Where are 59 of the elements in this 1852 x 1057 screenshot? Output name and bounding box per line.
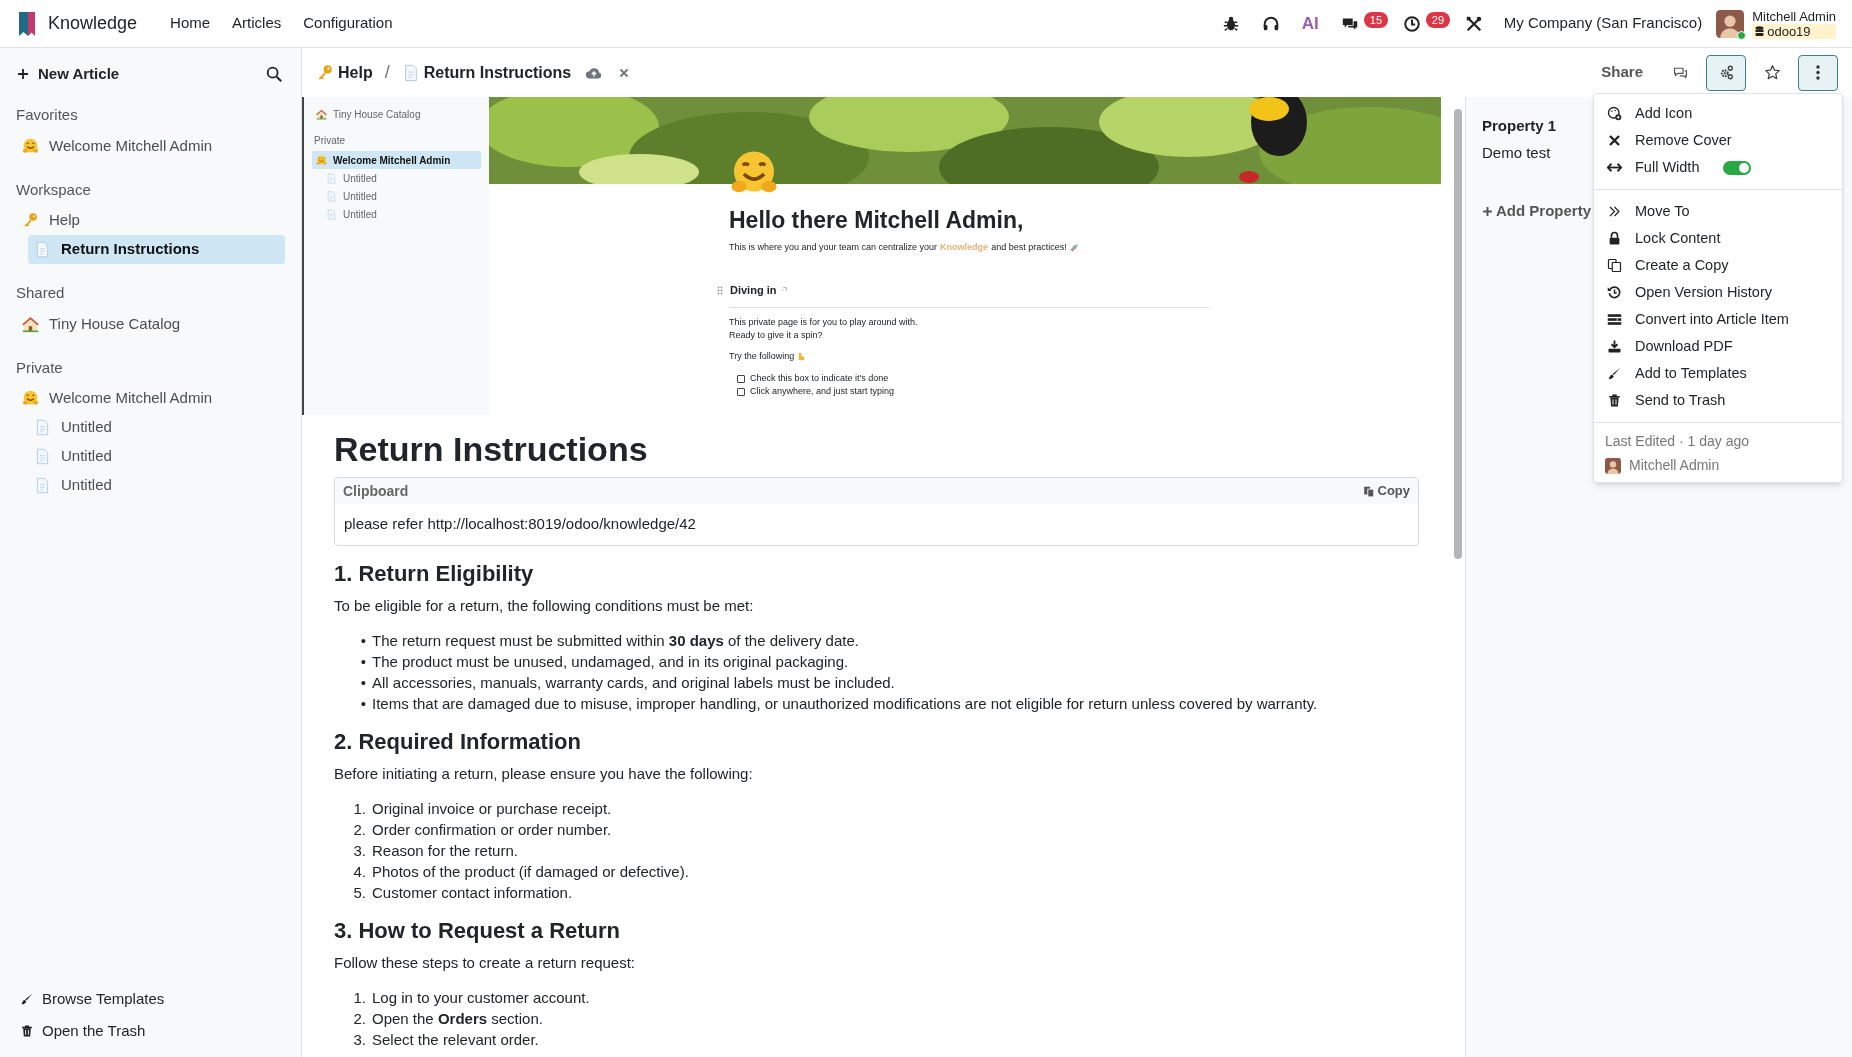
editor-name: Mitchell Admin	[1629, 456, 1720, 475]
paragraph-text: Ready to give it a spin?	[729, 328, 824, 342]
intro-text: and best practices!	[991, 240, 1067, 254]
list-marker: 2.	[352, 1008, 366, 1029]
section-heading: Favorites	[16, 105, 79, 125]
list-marker: 1.	[352, 987, 366, 1008]
list-item: The return request must be submitted within 30 days of the delivery date.	[372, 630, 859, 651]
list-item: The product must be unused, undamaged, and in its original packaging.	[372, 651, 849, 672]
list-marker: •	[359, 630, 366, 651]
list-item: Customer contact information.	[372, 882, 573, 903]
article-item: Welcome Mitchell Admin	[312, 151, 481, 169]
list-marker: 5.	[352, 882, 366, 903]
list-item: Open the Orders section.	[372, 1008, 543, 1029]
list-marker: 3.	[352, 840, 366, 861]
list-item: All accessories, manuals, warranty cards, and original labels must be included.	[372, 672, 895, 693]
property-label: Property 1	[1482, 116, 1558, 136]
paragraph-text: Before initiating a return, please ensure you have the following:	[334, 763, 754, 784]
section-heading: Diving in	[730, 283, 777, 298]
article-item: Untitled	[322, 169, 481, 187]
section-heading: 3. How to Request a Return	[334, 916, 622, 945]
list-item: Items that are damaged due to misuse, improper handling, or unauthorized modifications are not eligible for return unless covered by warranty.	[372, 693, 1318, 714]
article-item: Untitled	[322, 187, 481, 205]
paragraph-text: Follow these steps to create a return request:	[334, 952, 636, 973]
database-name: odoo19	[1752, 23, 1836, 39]
clipboard-content: please refer http://localhost:8019/odoo/knowledge/42	[343, 514, 697, 534]
section-heading: Private	[16, 357, 64, 378]
list-item: Select the relevant order.	[372, 1029, 539, 1050]
checklist-label: Check this box to indicate it's done	[750, 371, 889, 385]
article-item: Tiny House Catalog	[312, 105, 481, 123]
list-item: Log in to your customer account.	[372, 987, 590, 1008]
clipboard-label: Clipboard	[343, 481, 409, 501]
intro-text: This is where you and your team can centralize your	[729, 240, 938, 254]
paragraph-text: This private page is for you to play around with.	[729, 315, 919, 329]
section-heading: 1. Return Eligibility	[334, 559, 535, 588]
section-heading: Shared	[16, 283, 66, 303]
list-marker: 3.	[352, 1029, 366, 1050]
list-marker: •	[359, 693, 366, 714]
list-item: Photos of the product (if damaged or defective).	[372, 861, 689, 882]
section-heading: 2. Required Information	[334, 727, 582, 756]
section-heading: Private	[313, 134, 347, 148]
article-title: Return Instructions	[334, 429, 649, 469]
list-marker: 1.	[352, 798, 366, 819]
checklist-label: Click anywhere, and just start typing	[750, 384, 895, 398]
list-marker: •	[359, 672, 366, 693]
page-heading: Hello there Mitchell Admin,	[729, 206, 1025, 235]
notification-badge: 15	[1363, 11, 1389, 28]
notification-badge: 29	[1425, 11, 1451, 28]
list-marker: 4.	[352, 861, 366, 882]
article-item: Untitled	[322, 205, 481, 223]
list-item: Original invoice or purchase receipt.	[372, 798, 612, 819]
list-item: Reason for the return.	[372, 840, 518, 861]
last-edited-text: Last Edited · 1 day ago	[1604, 432, 1750, 451]
instruction-text: Try the following	[729, 349, 795, 363]
list-item: Order confirmation or order number.	[372, 819, 612, 840]
list-marker: 2.	[352, 819, 366, 840]
paragraph-text: To be eligible for a return, the following conditions must be met:	[334, 595, 755, 616]
section-heading: Workspace	[16, 179, 92, 200]
breadcrumb-separator: /	[384, 61, 390, 84]
list-marker: •	[359, 651, 366, 672]
